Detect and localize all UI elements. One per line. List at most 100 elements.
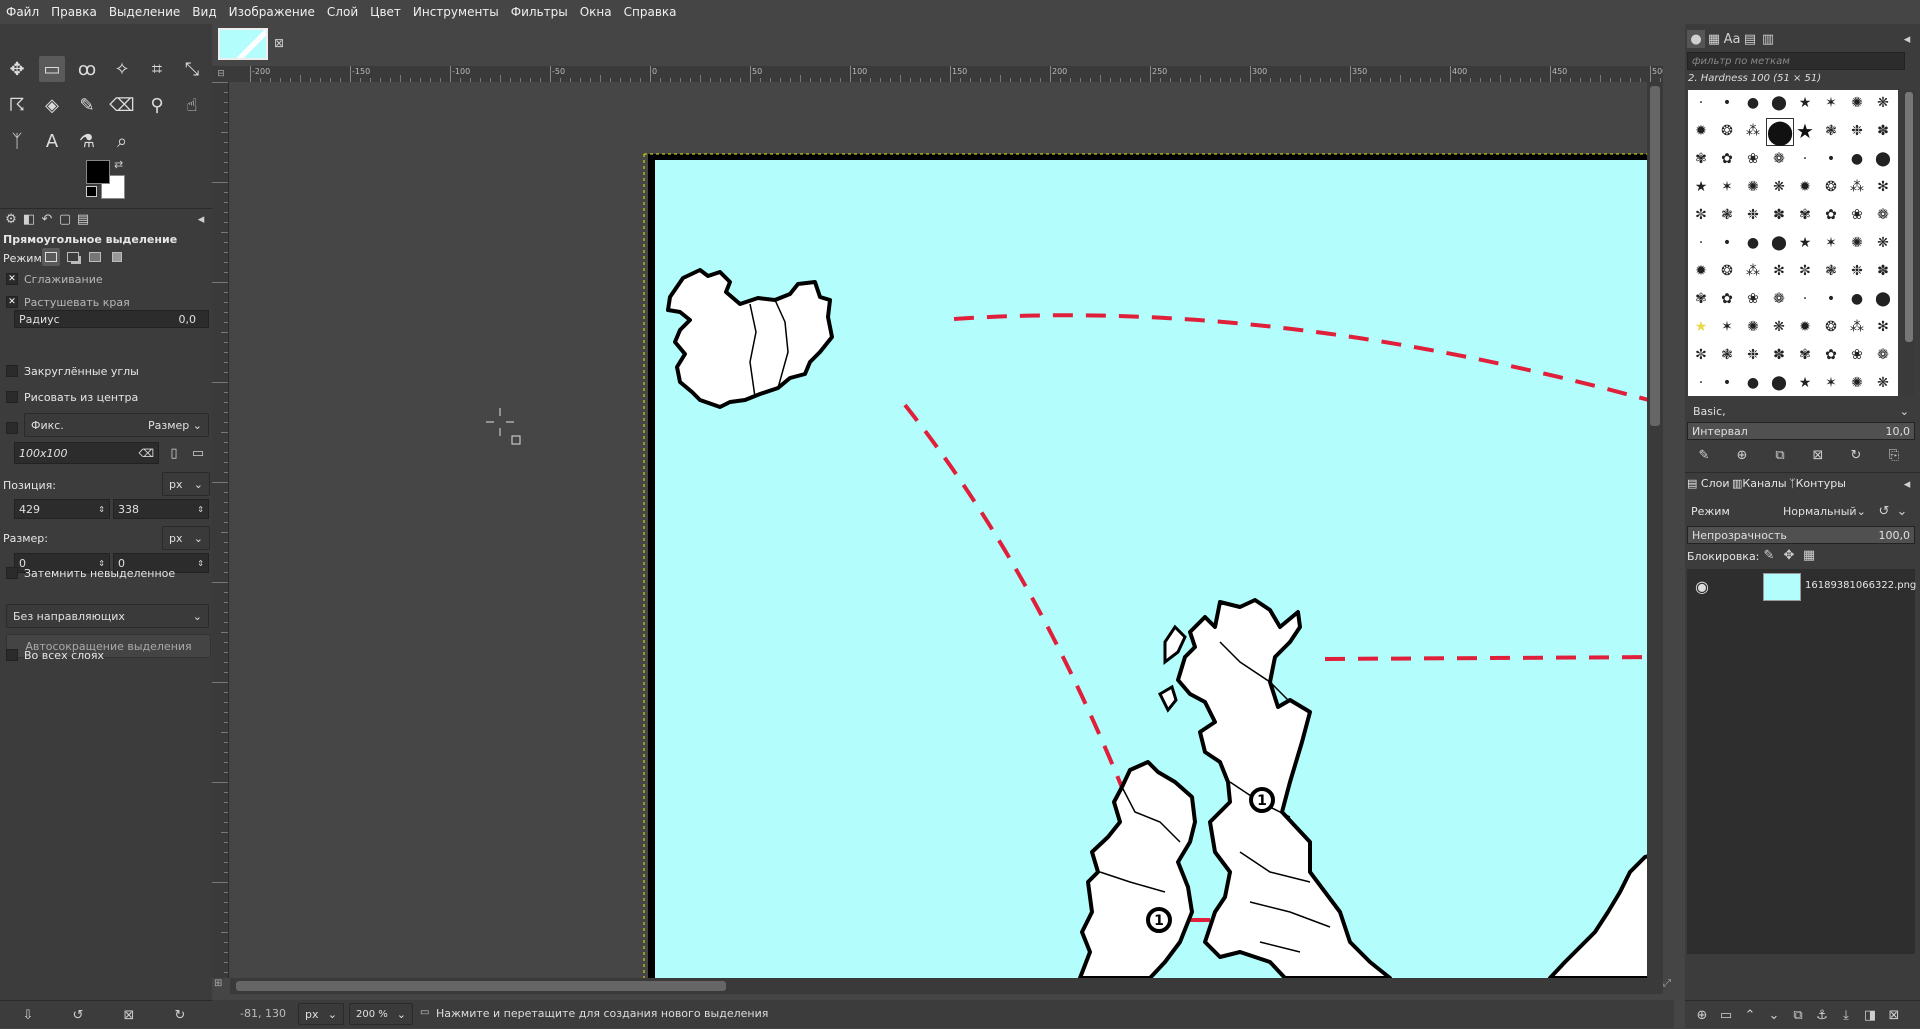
brush-thumbnail[interactable]: ✽ (1870, 258, 1896, 284)
brush-thumbnail[interactable]: ✺ (1844, 90, 1870, 116)
brush-thumbnail[interactable]: ✽ (1870, 118, 1896, 144)
brushes-tab-icon[interactable]: ● (1687, 30, 1705, 48)
clone-icon[interactable]: ⚲ (144, 92, 170, 118)
brush-thumbnail[interactable]: ⬤ (1766, 118, 1794, 146)
horizontal-scroll-thumb[interactable] (236, 981, 726, 991)
position-x-field[interactable]: 429 ⇕ (14, 499, 110, 519)
feather-row[interactable]: ✕ Растушевать края (0, 293, 212, 311)
antialias-checkbox[interactable]: ✕ (6, 273, 18, 285)
position-y-field[interactable]: 338 ⇕ (113, 499, 209, 519)
brush-thumbnail[interactable]: ❉ (1740, 202, 1766, 228)
brush-thumbnail[interactable]: · (1688, 370, 1714, 396)
gradients-tab-icon[interactable]: ▥ (1759, 30, 1777, 48)
horizontal-scrollbar[interactable] (230, 978, 1663, 994)
zoom-combo[interactable]: 200 % ⌄ (349, 1003, 413, 1025)
brush-thumbnail[interactable]: ❀ (1740, 146, 1766, 172)
guides-combo[interactable]: Без направляющих ⌄ (6, 604, 209, 628)
menu-item-8[interactable]: Фильтры (505, 5, 574, 19)
brush-thumbnail[interactable]: ❂ (1818, 174, 1844, 200)
brush-thumbnail[interactable]: ✽ (1766, 342, 1792, 368)
images-tab-icon[interactable]: ▢ (56, 210, 74, 228)
brush-thumbnail[interactable]: ✾ (1792, 202, 1818, 228)
horizontal-ruler[interactable]: -200 -150 -100 -50 0 50 100 150 200 250 300 350 400 4… (230, 66, 1663, 83)
brush-thumbnail[interactable]: • (1714, 370, 1740, 396)
lower-layer-icon[interactable]: ⌄ (1765, 1006, 1783, 1024)
brush-grid[interactable]: · • ● ⬤ ★ ✶ ✺ ❋ ✹ ❂ ⁂ ⬤ ★ ❃ ❉ ✽ ✾ ✿ ❀ ❁ · • ● ⬤ ★ ✶ ✺ ❋ ✹ ❂ ⁂ ✻ ✼ ❃ ❉ ✽ ✾ ✿ ❀ ❁… (1688, 90, 1898, 396)
menu-item-4[interactable]: Изображение (223, 5, 321, 19)
canvas-area[interactable]: 1 1 (230, 82, 1663, 978)
brush-thumbnail[interactable]: ★ (1792, 90, 1818, 116)
fixed-checkbox[interactable] (6, 422, 18, 434)
navigate-icon[interactable]: ⊞ (214, 978, 228, 994)
brush-thumbnail[interactable]: ✹ (1688, 118, 1714, 144)
brush-thumbnail[interactable]: ⬤ (1870, 286, 1896, 312)
mode-intersect-button[interactable] (108, 248, 126, 266)
brush-thumbnail[interactable]: ✺ (1844, 230, 1870, 256)
brush-thumbnail[interactable]: ❂ (1714, 118, 1740, 144)
brush-thumbnail[interactable]: ❀ (1740, 286, 1766, 312)
brush-thumbnail[interactable]: ❁ (1766, 146, 1792, 172)
brush-thumbnail[interactable]: ✻ (1870, 314, 1896, 340)
brush-thumbnail[interactable]: ✺ (1740, 174, 1766, 200)
menu-item-1[interactable]: Правка (45, 5, 103, 19)
highlight-checkbox[interactable] (6, 567, 18, 579)
brush-thumbnail[interactable]: • (1818, 286, 1844, 312)
spin-icon[interactable]: ⇕ (197, 505, 204, 514)
delete-brush-icon[interactable]: ⊠ (1809, 446, 1827, 464)
portrait-icon[interactable]: ▯ (165, 444, 183, 462)
brush-thumbnail[interactable]: ✾ (1792, 342, 1818, 368)
warp-icon[interactable]: ☈ (4, 92, 30, 118)
move-icon[interactable]: ✥ (4, 56, 30, 82)
brush-thumbnail[interactable]: ✿ (1714, 286, 1740, 312)
brush-thumbnail[interactable]: ★ (1792, 230, 1818, 256)
brush-thumbnail[interactable]: ✶ (1818, 370, 1844, 396)
brush-thumbnail[interactable]: ❁ (1870, 202, 1896, 228)
brush-thumbnail[interactable]: ❁ (1766, 286, 1792, 312)
eye-icon[interactable]: ◉ (1695, 577, 1709, 596)
brush-thumbnail[interactable]: ● (1740, 230, 1766, 256)
brush-thumbnail[interactable]: ✽ (1766, 202, 1792, 228)
brush-thumbnail[interactable]: ❀ (1844, 202, 1870, 228)
tab-layers[interactable]: ▤ Слои (1687, 477, 1730, 490)
position-unit-combo[interactable]: px ⌄ (162, 472, 210, 496)
lasso-icon[interactable]: ꝏ (74, 56, 100, 82)
composite-mode-icon[interactable]: ↺ (1875, 502, 1893, 520)
brush-thumbnail[interactable]: ⁂ (1844, 314, 1870, 340)
brush-thumbnail[interactable]: ⬤ (1766, 370, 1792, 396)
brush-thumbnail[interactable]: ❃ (1714, 202, 1740, 228)
brush-thumbnail[interactable]: ⁂ (1740, 258, 1766, 284)
layer-row[interactable]: ◉ 16189381066322.png (1687, 571, 1916, 601)
feather-checkbox[interactable]: ✕ (6, 296, 18, 308)
spacing-field[interactable]: Интервал 10,0 (1687, 422, 1915, 440)
landscape-icon[interactable]: ▭ (189, 444, 207, 462)
layer-mode-combo[interactable]: Нормальный ⌄ (1777, 500, 1867, 522)
brush-thumbnail[interactable]: ❃ (1818, 258, 1844, 284)
vertical-scrollbar[interactable] (1647, 82, 1663, 978)
color-picker-icon[interactable]: ⚗ (74, 128, 100, 154)
brush-thumbnail[interactable]: · (1792, 146, 1818, 172)
mode-subtract-button[interactable] (86, 248, 104, 266)
save-options-icon[interactable]: ⇩ (19, 1006, 37, 1024)
rounded-corners-row[interactable]: Закруглённые углы (0, 362, 212, 380)
brush-thumbnail[interactable]: · (1688, 90, 1714, 116)
tab-paths[interactable]: ᛉКонтуры (1789, 477, 1846, 490)
zoom-icon[interactable]: ⌕ (109, 128, 135, 154)
unit-combo[interactable]: px ⌄ (298, 1003, 344, 1025)
undo-history-tab-icon[interactable]: ↶ (38, 210, 56, 228)
brush-thumbnail[interactable]: ✶ (1714, 174, 1740, 200)
dock-menu-icon[interactable]: ◂ (192, 210, 210, 228)
reset-options-icon[interactable]: ↻ (171, 1006, 189, 1024)
close-tab-icon[interactable]: ⊠ (274, 36, 284, 50)
brush-thumbnail[interactable]: ● (1844, 146, 1870, 172)
brush-thumbnail[interactable]: • (1714, 90, 1740, 116)
brush-thumbnail[interactable]: ⬤ (1766, 230, 1792, 256)
quick-mask-corner-icon[interactable]: ⊟ (212, 66, 230, 82)
new-brush-icon[interactable]: ⊕ (1733, 446, 1751, 464)
dock-menu-icon[interactable]: ◂ (1898, 475, 1916, 493)
brush-thumbnail[interactable]: ✶ (1714, 314, 1740, 340)
tool-options-tab-icon[interactable]: ⚙ (2, 210, 20, 228)
mode-add-button[interactable] (64, 248, 82, 266)
chevron-down-icon[interactable]: ⌄ (1893, 502, 1911, 520)
brush-thumbnail[interactable]: ⁂ (1844, 174, 1870, 200)
refresh-brushes-icon[interactable]: ↻ (1847, 446, 1865, 464)
